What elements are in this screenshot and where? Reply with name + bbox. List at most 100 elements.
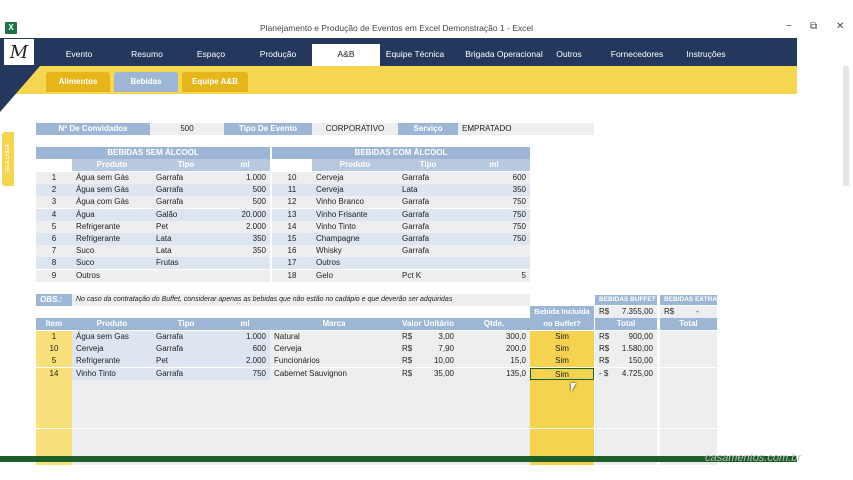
order-row-product[interactable]: Refrigerante (72, 355, 152, 368)
com_alcool-cell[interactable]: 750 (458, 208, 530, 221)
sem_alcool-cell[interactable]: Água (72, 208, 152, 221)
empty-row-qty[interactable] (458, 392, 530, 404)
vertical-scroll-thumb[interactable] (843, 66, 849, 186)
empty-row-included[interactable] (530, 428, 594, 441)
empty-row-product[interactable] (72, 379, 152, 392)
order-row-unit-price[interactable]: 35,00 (416, 367, 458, 380)
restore-button[interactable]: ⧉ (810, 21, 817, 32)
com_alcool-cell[interactable]: 5 (458, 269, 530, 282)
empty-row-item[interactable] (36, 404, 72, 417)
com_alcool-cell[interactable]: 750 (458, 196, 530, 209)
nav-tab-3[interactable]: Produção (246, 44, 310, 64)
empty-row-brand[interactable] (270, 379, 398, 392)
order-row-product[interactable]: Cerveja (72, 343, 152, 356)
com_alcool-cell[interactable]: Garrafa (398, 172, 458, 184)
order-row-unit-price[interactable]: 7,90 (416, 343, 458, 356)
com_alcool-cell[interactable] (398, 257, 458, 270)
empty-row-included[interactable] (530, 392, 594, 404)
empty-row-unit-price[interactable] (398, 392, 458, 404)
com_alcool-cell[interactable]: Garrafa (398, 220, 458, 233)
sem_alcool-cell[interactable]: Galão (152, 208, 220, 221)
com_alcool-cell[interactable]: Garrafa (398, 245, 458, 258)
order-row-qty[interactable]: 15,0 (458, 355, 530, 368)
order-row-included[interactable]: Sim (530, 331, 594, 343)
sem_alcool-cell[interactable] (220, 269, 270, 282)
com_alcool-cell[interactable]: Vinho Frisante (312, 208, 398, 221)
empty-row-product[interactable] (72, 404, 152, 417)
empty-row-item[interactable] (36, 416, 72, 429)
com_alcool-cell[interactable]: Pct K (398, 269, 458, 282)
sem_alcool-cell[interactable]: 500 (220, 196, 270, 209)
guests-value[interactable]: 500 (150, 123, 224, 135)
empty-row-product[interactable] (72, 428, 152, 441)
com_alcool-cell[interactable]: 750 (458, 233, 530, 245)
minimize-button[interactable]: − (786, 21, 792, 32)
order-row-brand[interactable]: Funcionários (270, 355, 398, 368)
com_alcool-cell[interactable]: Champagne (312, 233, 398, 245)
empty-row-item[interactable] (36, 379, 72, 392)
sem_alcool-cell[interactable]: Garrafa (152, 196, 220, 209)
close-button[interactable]: ✕ (836, 21, 844, 32)
service-value[interactable]: EMPRATADO (458, 123, 594, 135)
sem_alcool-cell[interactable]: Água sem Gás (72, 172, 152, 184)
empty-row-item[interactable] (36, 440, 72, 453)
sem_alcool-cell[interactable]: Frutas (152, 257, 220, 270)
sem_alcool-cell[interactable]: 20.000 (220, 208, 270, 221)
sem_alcool-cell[interactable]: 350 (220, 233, 270, 245)
com_alcool-cell[interactable]: Cerveja (312, 172, 398, 184)
empty-row-included[interactable] (530, 416, 594, 429)
sem_alcool-cell[interactable]: Outros (72, 269, 152, 282)
empty-row-included[interactable] (530, 404, 594, 417)
nav-tab-5[interactable]: Equipe Técnica (384, 44, 446, 64)
sem_alcool-cell[interactable]: Suco (72, 245, 152, 258)
order-row-item[interactable]: 10 (36, 343, 72, 356)
order-row-qty[interactable]: 200,0 (458, 343, 530, 356)
order-row-included[interactable]: Sim (530, 355, 594, 368)
empty-row-brand[interactable] (270, 416, 398, 429)
order-row-included[interactable]: Sim (530, 343, 594, 356)
order-row-brand[interactable]: Natural (270, 331, 398, 343)
empty-row-item[interactable] (36, 392, 72, 404)
subtab-equipe-ab[interactable]: Equipe A&B (182, 72, 248, 92)
order-row-unit-price[interactable]: 3,00 (416, 331, 458, 343)
sem_alcool-cell[interactable]: 2.000 (220, 220, 270, 233)
nav-tab-4[interactable]: A&B (312, 44, 380, 66)
com_alcool-cell[interactable]: Garrafa (398, 208, 458, 221)
empty-row-item[interactable] (36, 428, 72, 441)
order-row-item[interactable]: 5 (36, 355, 72, 368)
order-row-brand[interactable]: Cerveja (270, 343, 398, 356)
empty-row-included[interactable] (530, 379, 594, 392)
sem_alcool-cell[interactable]: Lata (152, 233, 220, 245)
empty-row-product[interactable] (72, 392, 152, 404)
sem_alcool-cell[interactable]: Água sem Gás (72, 184, 152, 197)
sem_alcool-cell[interactable]: 500 (220, 184, 270, 197)
com_alcool-cell[interactable]: 750 (458, 220, 530, 233)
com_alcool-cell[interactable]: Gelo (312, 269, 398, 282)
empty-row-qty[interactable] (458, 428, 530, 441)
com_alcool-cell[interactable]: Vinho Branco (312, 196, 398, 209)
com_alcool-cell[interactable] (458, 257, 530, 270)
sem_alcool-cell[interactable] (152, 269, 220, 282)
empty-row-brand[interactable] (270, 440, 398, 453)
empty-row-product[interactable] (72, 416, 152, 429)
empty-row-brand[interactable] (270, 428, 398, 441)
com_alcool-cell[interactable]: Lata (398, 184, 458, 197)
nav-tab-8[interactable]: Fornecedores (604, 44, 670, 64)
empty-row-product[interactable] (72, 440, 152, 453)
com_alcool-cell[interactable]: Cerveja (312, 184, 398, 197)
empty-row-brand[interactable] (270, 404, 398, 417)
empty-row-unit-price[interactable] (398, 440, 458, 453)
com_alcool-cell[interactable]: 350 (458, 184, 530, 197)
empty-row-brand[interactable] (270, 392, 398, 404)
event-type-value[interactable]: CORPORATIVO (312, 123, 398, 135)
sem_alcool-cell[interactable]: Garrafa (152, 172, 220, 184)
empty-row-qty[interactable] (458, 416, 530, 429)
order-row-included[interactable]: Sim (530, 367, 594, 380)
nav-tab-0[interactable]: Evento (52, 44, 106, 64)
empty-row-qty[interactable] (458, 440, 530, 453)
nav-tab-9[interactable]: Instruções (676, 44, 736, 64)
sem_alcool-cell[interactable]: Refrigerante (72, 220, 152, 233)
sem_alcool-cell[interactable]: 350 (220, 245, 270, 258)
com_alcool-cell[interactable]: Outros (312, 257, 398, 270)
com_alcool-cell[interactable]: 600 (458, 172, 530, 184)
